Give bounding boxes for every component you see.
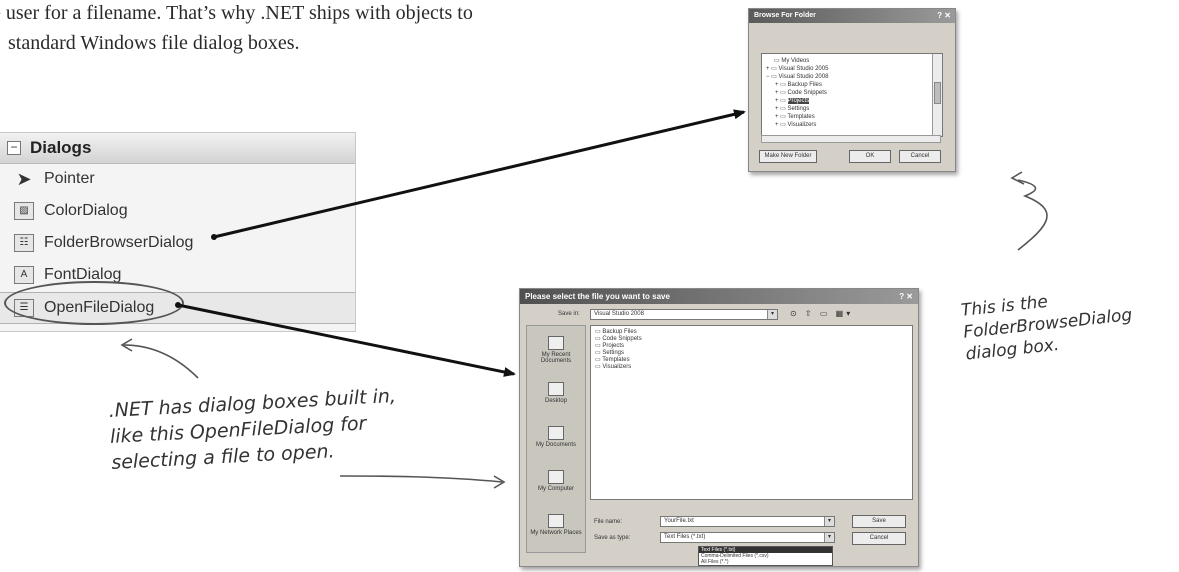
annotation-arrows — [120, 109, 1048, 489]
curve-pointer-open — [339, 475, 503, 483]
arrow-to-openfile-dialog — [177, 303, 516, 377]
curve-pointer-openfile — [123, 344, 199, 379]
curve-pointer-folder — [1017, 179, 1048, 251]
arrow-to-folder-dialog — [213, 109, 746, 239]
openfiledialog-annotation: .NET has dialog boxes built in, like thi… — [108, 384, 397, 474]
